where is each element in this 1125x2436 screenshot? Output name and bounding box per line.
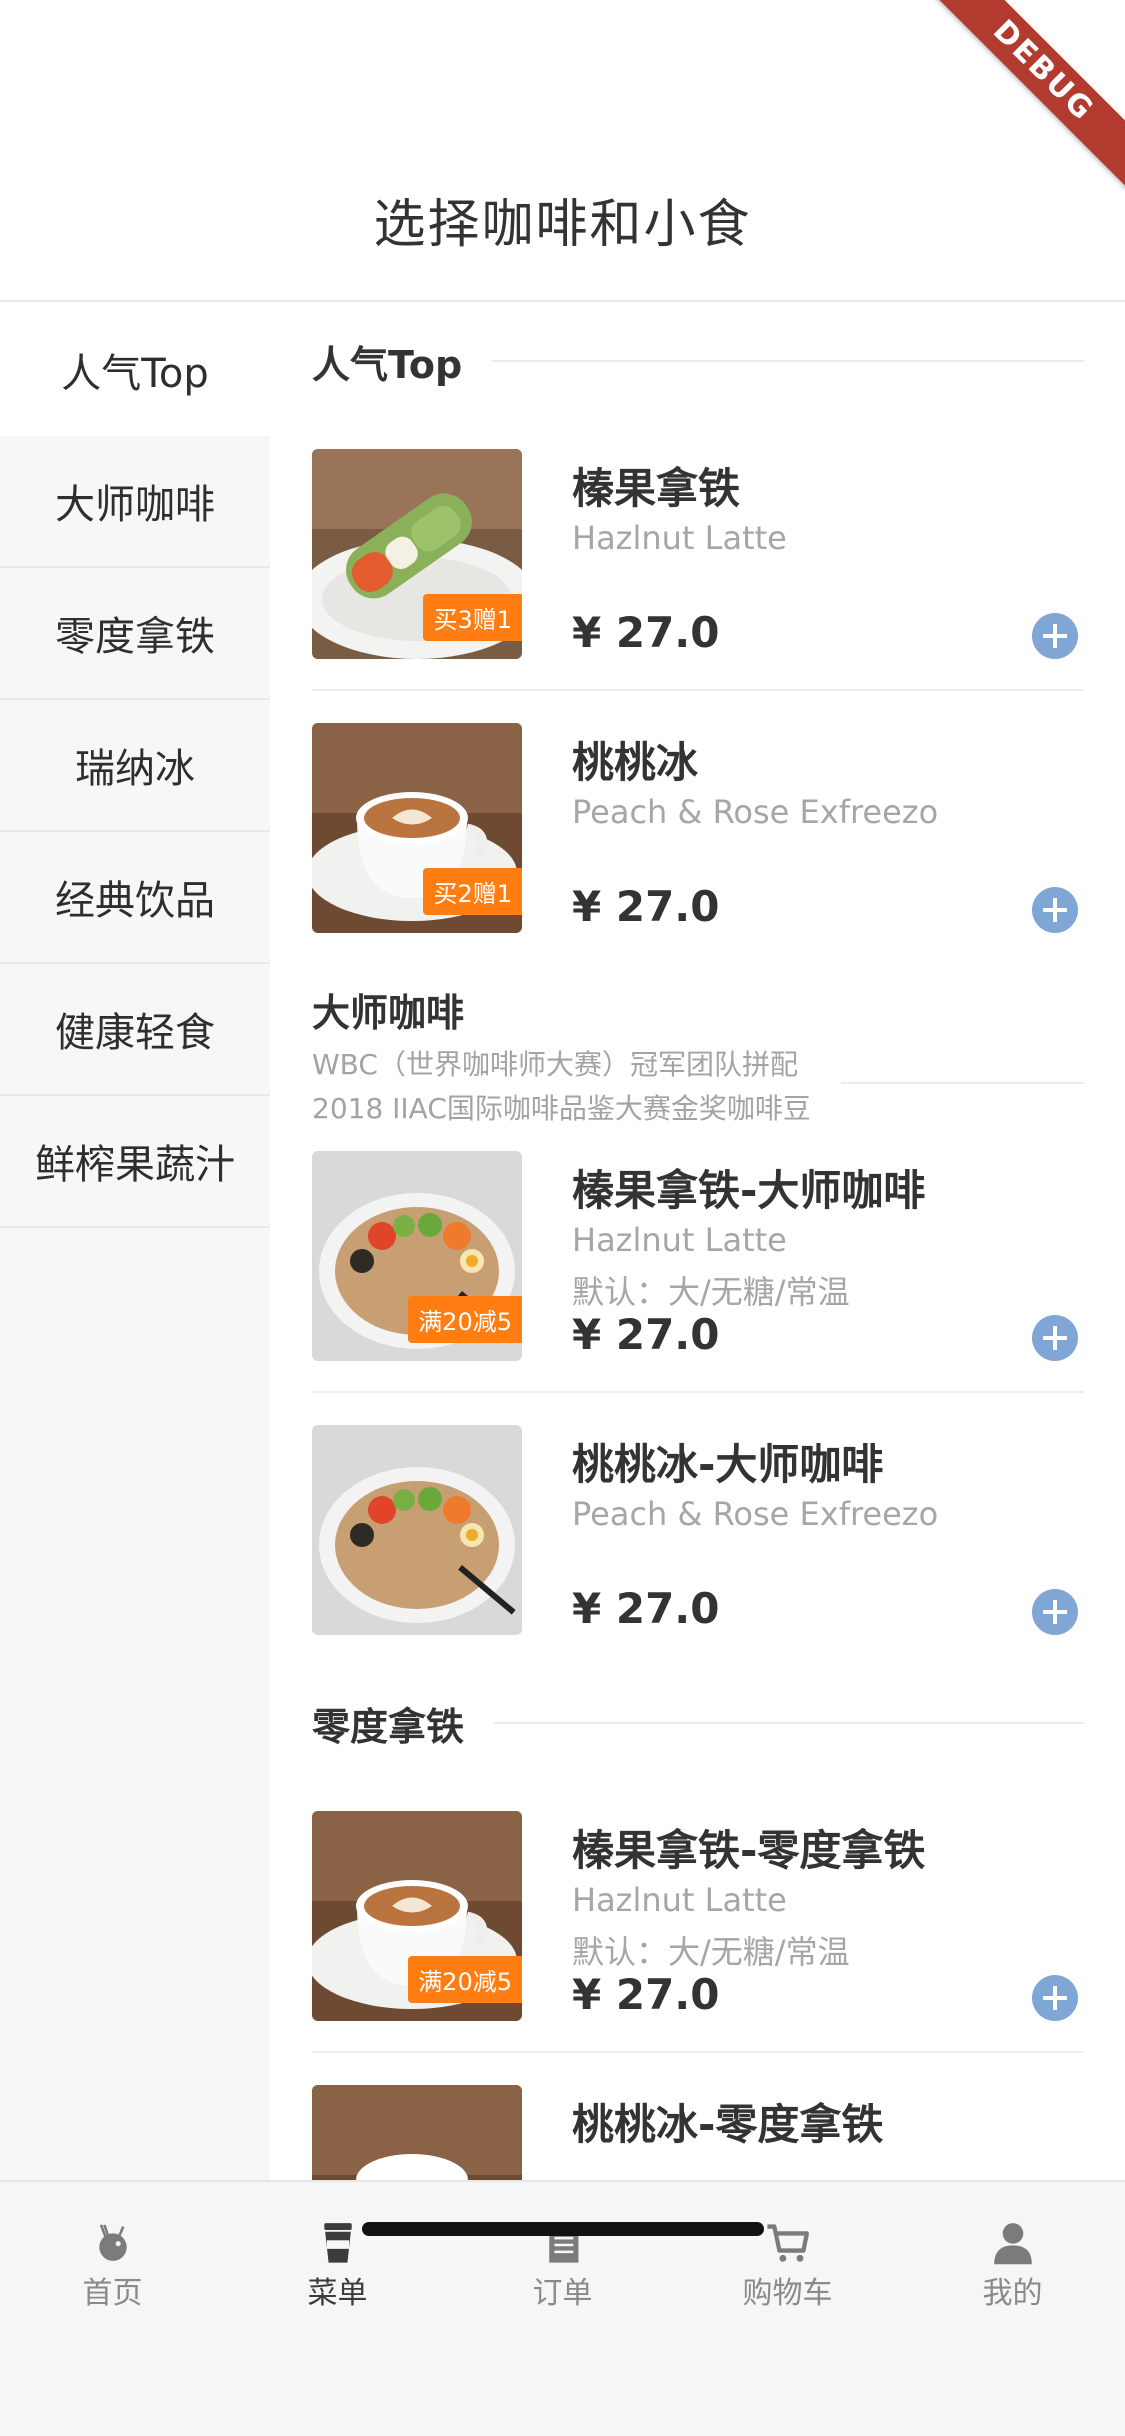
product-info: 桃桃冰-大师咖啡 Peach & Rose Exfreezo ¥ 27.0 <box>572 1425 1084 1635</box>
section-description-line-1: WBC（世界咖啡师大赛）冠军团队拼配 <box>312 1048 798 1081</box>
sidebar-item-label: 经典饮品 <box>55 878 215 924</box>
section-header: 大师咖啡 WBC（世界咖啡师大赛）冠军团队拼配 2018 IIAC国际咖啡品鉴大… <box>312 964 1084 1125</box>
section-title: 零度拿铁 <box>312 1704 465 1749</box>
section-header: 人气Top <box>312 304 1084 418</box>
product-image-salad-bowl: 满20减5 <box>312 1150 522 1361</box>
product-item[interactable]: 桃桃冰-零度拿铁 <box>312 2053 1084 2180</box>
bottom-tab-bar: 首页 菜单 订单 购物车 我的 <box>0 2180 1125 2436</box>
product-name: 榛果拿铁-零度拿铁 <box>572 1825 926 1875</box>
product-name: 桃桃冰-大师咖啡 <box>572 1439 884 1489</box>
section-header: 零度拿铁 <box>312 1666 1084 1780</box>
product-item[interactable]: 买2赠1 桃桃冰 Peach & Rose Exfreezo ¥ 27.0 <box>312 691 1084 964</box>
product-image-wrap-food: 买3赠1 <box>312 448 522 659</box>
tab-orders[interactable]: 订单 <box>450 2182 675 2312</box>
tab-cart[interactable]: 购物车 <box>675 2182 900 2312</box>
product-info: 桃桃冰 Peach & Rose Exfreezo ¥ 27.0 <box>572 723 1084 933</box>
add-to-cart-button[interactable] <box>1032 1314 1078 1361</box>
user-icon <box>993 2223 1032 2265</box>
tab-profile[interactable]: 我的 <box>900 2182 1125 2312</box>
add-to-cart-button[interactable] <box>1032 1588 1078 1635</box>
product-image-latte-cup: 买2赠1 <box>312 722 522 933</box>
product-name: 桃桃冰-零度拿铁 <box>572 2099 884 2149</box>
product-name: 榛果拿铁-大师咖啡 <box>572 1165 926 1215</box>
promo-badge: 买3赠1 <box>423 593 522 641</box>
product-english-name: Hazlnut Latte <box>572 518 787 557</box>
product-price: ¥ 27.0 <box>572 881 720 931</box>
product-image-salad-bowl <box>312 1424 522 1635</box>
sidebar-item-label: 鲜榨果蔬汁 <box>35 1142 235 1188</box>
sidebar-item-label: 瑞纳冰 <box>75 746 195 792</box>
section-divider <box>494 1722 1084 1724</box>
product-info: 榛果拿铁-零度拿铁 Hazlnut Latte 默认：大/无糖/常温 ¥ 27.… <box>572 1811 1084 2021</box>
add-to-cart-button[interactable] <box>1032 886 1078 933</box>
home-indicator[interactable] <box>362 2222 764 2236</box>
sidebar-item-ruina-ice[interactable]: 瑞纳冰 <box>0 700 270 832</box>
tab-menu[interactable]: 菜单 <box>225 2182 450 2312</box>
product-item[interactable]: 满20减5 榛果拿铁-大师咖啡 Hazlnut Latte 默认：大/无糖/常温… <box>312 1120 1084 1393</box>
product-list[interactable]: 人气Top 买3赠1 榛果拿铁 Hazlnut Latte ¥ 27.0 买2赠… <box>312 304 1084 2180</box>
product-price: ¥ 27.0 <box>572 1969 720 2019</box>
section-divider <box>492 360 1084 362</box>
tab-label: 我的 <box>982 2276 1043 2311</box>
product-info: 榛果拿铁 Hazlnut Latte ¥ 27.0 <box>572 449 1084 659</box>
promo-badge: 满20减5 <box>408 1295 522 1343</box>
product-name: 桃桃冰 <box>572 737 699 787</box>
product-english-name: Hazlnut Latte <box>572 1880 787 1919</box>
sidebar-item-master-coffee[interactable]: 大师咖啡 <box>0 436 270 568</box>
product-price: ¥ 27.0 <box>572 1583 720 1633</box>
promo-badge: 买2赠1 <box>423 867 522 915</box>
tab-label: 菜单 <box>307 2276 368 2311</box>
sidebar-item-label: 大师咖啡 <box>55 482 215 528</box>
tab-label: 首页 <box>82 2276 143 2311</box>
coffee-cup-icon <box>323 2223 352 2263</box>
product-english-name: Peach & Rose Exfreezo <box>572 1494 939 1533</box>
product-image-latte-cup <box>312 2084 522 2180</box>
product-info: 榛果拿铁-大师咖啡 Hazlnut Latte 默认：大/无糖/常温 ¥ 27.… <box>572 1151 1084 1361</box>
product-english-name: Hazlnut Latte <box>572 1220 787 1259</box>
product-price: ¥ 27.0 <box>572 1309 720 1359</box>
sidebar-item-classic-drinks[interactable]: 经典饮品 <box>0 832 270 964</box>
product-item[interactable]: 买3赠1 榛果拿铁 Hazlnut Latte ¥ 27.0 <box>312 418 1084 691</box>
header: 选择咖啡和小食 <box>0 0 1125 302</box>
product-item[interactable]: 满20减5 榛果拿铁-零度拿铁 Hazlnut Latte 默认：大/无糖/常温… <box>312 1780 1084 2053</box>
sidebar-item-popular-top[interactable]: 人气Top <box>0 304 270 436</box>
sidebar-item-label: 人气Top <box>61 351 209 397</box>
sidebar-item-label: 零度拿铁 <box>55 614 215 660</box>
sidebar-item-zero-latte[interactable]: 零度拿铁 <box>0 568 270 700</box>
sidebar-item-healthy-food[interactable]: 健康轻食 <box>0 964 270 1096</box>
deer-logo-icon <box>98 2224 127 2261</box>
promo-badge: 满20减5 <box>408 1955 522 2003</box>
add-to-cart-button[interactable] <box>1032 612 1078 659</box>
product-image-latte-cup: 满20减5 <box>312 1810 522 2021</box>
section-title: 人气Top <box>312 342 463 387</box>
sidebar-item-label: 健康轻食 <box>55 1010 215 1056</box>
section-title: 大师咖啡 <box>312 991 465 1035</box>
product-info: 桃桃冰-零度拿铁 <box>572 2085 1084 2181</box>
cart-icon <box>766 2224 809 2262</box>
category-sidebar: 人气Top 大师咖啡 零度拿铁 瑞纳冰 经典饮品 健康轻食 鲜榨果蔬汁 <box>0 304 270 2180</box>
product-price: ¥ 27.0 <box>572 607 720 657</box>
tab-label: 购物车 <box>742 2276 833 2311</box>
product-item[interactable]: 桃桃冰-大师咖啡 Peach & Rose Exfreezo ¥ 27.0 <box>312 1393 1084 1666</box>
section-divider <box>840 1082 1084 1084</box>
add-to-cart-button[interactable] <box>1032 1974 1078 2021</box>
product-english-name: Peach & Rose Exfreezo <box>572 792 939 831</box>
sidebar-item-fresh-juice[interactable]: 鲜榨果蔬汁 <box>0 1096 270 1228</box>
product-default-options: 默认：大/无糖/常温 <box>572 1272 850 1311</box>
tab-home[interactable]: 首页 <box>0 2182 225 2312</box>
product-default-options: 默认：大/无糖/常温 <box>572 1932 850 1971</box>
page-title: 选择咖啡和小食 <box>373 195 752 255</box>
product-name: 榛果拿铁 <box>572 463 741 513</box>
tab-label: 订单 <box>532 2276 593 2311</box>
